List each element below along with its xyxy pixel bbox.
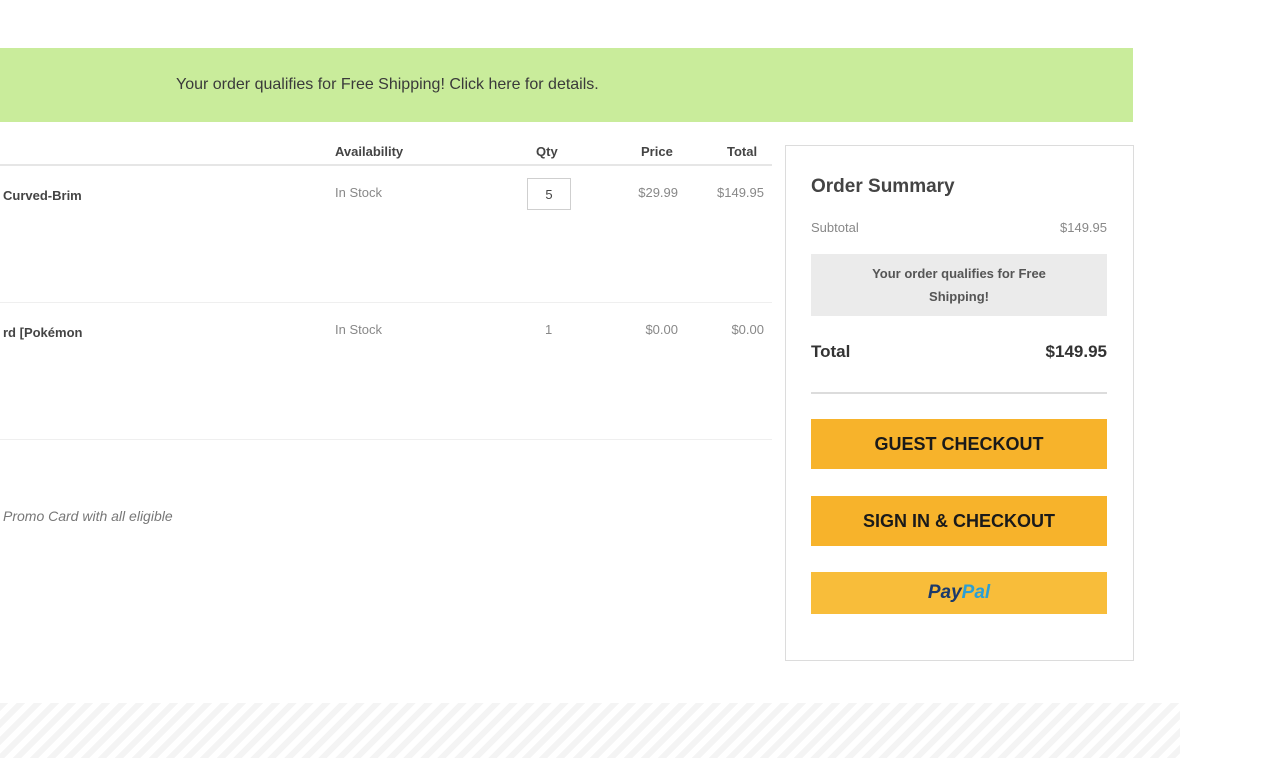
paypal-logo-pal: Pal (961, 582, 991, 603)
product-total: $0.00 (731, 322, 764, 337)
product-total: $149.95 (717, 185, 764, 200)
free-shipping-banner[interactable]: Your order qualifies for Free Shipping! … (0, 48, 1133, 122)
product-availability: In Stock (335, 185, 382, 200)
cart-table: Availability Qty Price Total Curved-Brim… (0, 140, 772, 524)
subtotal-label: Subtotal (811, 220, 859, 235)
cart-page: Your order qualifies for Free Shipping! … (0, 0, 1280, 758)
order-summary-panel: Order Summary Subtotal $149.95 Your orde… (785, 145, 1134, 661)
product-name[interactable]: rd [Pokémon (3, 325, 82, 340)
total-label: Total (811, 342, 851, 361)
order-summary-title: Order Summary (811, 176, 955, 197)
cart-row: rd [Pokémon In Stock 1 $0.00 $0.00 (0, 303, 772, 440)
summary-divider (811, 392, 1107, 394)
cart-table-header: Availability Qty Price Total (0, 140, 772, 166)
column-header-qty: Qty (536, 144, 558, 159)
total-value: $149.95 (1045, 342, 1107, 361)
column-header-total: Total (727, 144, 758, 159)
product-price: $0.00 (645, 322, 678, 337)
subtotal-value: $149.95 (1060, 220, 1107, 235)
free-shipping-notice: Your order qualifies for Free Shipping! (811, 254, 1107, 316)
promo-note: Promo Card with all eligible (3, 508, 173, 524)
product-quantity: 1 (545, 322, 553, 337)
column-header-availability: Availability (335, 144, 404, 159)
free-shipping-notice-text: Your order qualifies for Free Shipping! (872, 266, 1046, 304)
paypal-logo-pay: Pay (927, 582, 962, 603)
sign-in-checkout-button[interactable]: SIGN IN & CHECKOUT (811, 496, 1107, 546)
cart-row: Curved-Brim In Stock $29.99 $149.95 (0, 166, 772, 303)
product-name[interactable]: Curved-Brim (3, 188, 82, 203)
guest-checkout-button[interactable]: GUEST CHECKOUT (811, 419, 1107, 469)
free-shipping-banner-text[interactable]: Your order qualifies for Free Shipping! … (176, 76, 599, 94)
column-header-price: Price (641, 144, 673, 159)
total-line: Total $149.95 (811, 342, 1107, 362)
paypal-checkout-button[interactable]: PayPal (811, 572, 1107, 614)
product-price: $29.99 (638, 185, 678, 200)
footer-stripe-pattern (0, 703, 1180, 758)
quantity-input[interactable] (527, 178, 571, 210)
subtotal-line: Subtotal $149.95 (811, 220, 1107, 235)
product-availability: In Stock (335, 322, 382, 337)
promo-row: Promo Card with all eligible (0, 440, 772, 524)
